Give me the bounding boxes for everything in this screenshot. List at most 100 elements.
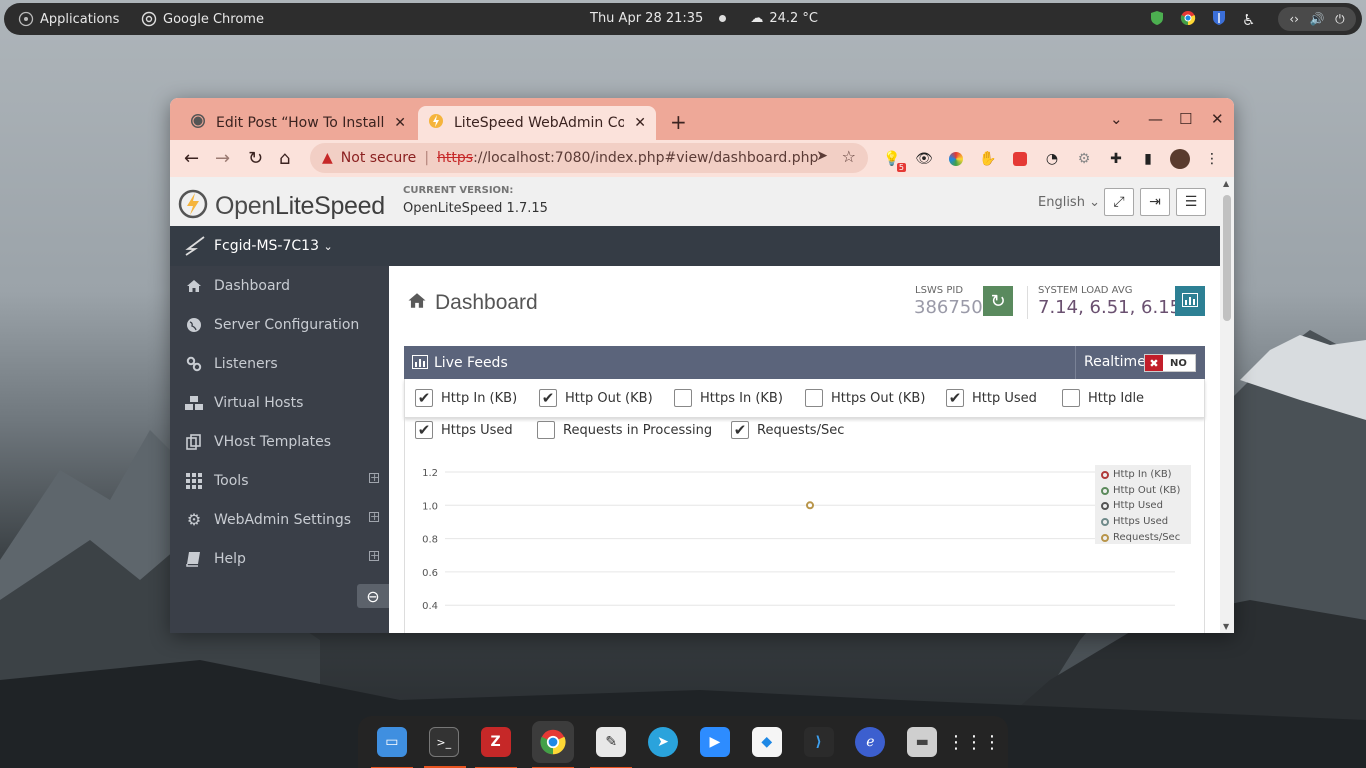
telegram-icon: ➤ [657, 734, 669, 750]
checkbox-https-in[interactable]: Https In (KB) [674, 389, 783, 407]
dock-chrome-app[interactable] [532, 727, 575, 768]
checkbox-https-out[interactable]: Https Out (KB) [805, 389, 925, 407]
send-tab-icon[interactable]: ➤ [816, 148, 828, 164]
maximize-button[interactable]: ☐ [1179, 110, 1192, 128]
stats-button[interactable] [1175, 286, 1205, 316]
activities-button[interactable]: Applications [18, 11, 119, 27]
sidebar-collapse-button[interactable]: ⊖ [357, 584, 389, 608]
clock[interactable]: Thu Apr 28 21:35 ☁ 24.2 °C [590, 11, 818, 26]
not-secure-label: Not secure [340, 150, 417, 166]
stat-divider [1027, 286, 1028, 319]
forward-button[interactable]: → [215, 148, 230, 169]
extension-eye-icon[interactable]: 👁 [914, 149, 934, 169]
book-icon [184, 551, 204, 567]
fullscreen-button[interactable]: ⤢ [1104, 188, 1134, 216]
home-button[interactable]: ⌂ [279, 148, 290, 169]
server-name-dropdown[interactable]: Fcgid-MS-7C13 ⌄ [214, 238, 333, 254]
restart-button[interactable]: ↻ [983, 286, 1013, 316]
sidebar-item-label: Dashboard [214, 277, 290, 294]
dock-drive-app[interactable]: ▬ [907, 727, 938, 757]
app-menu[interactable]: Google Chrome [141, 11, 264, 27]
sidebar-item-listeners[interactable]: Listeners [170, 344, 389, 383]
bitwarden-tray-icon[interactable] [1212, 10, 1226, 30]
extension-gear-icon[interactable]: ⚙ [1074, 149, 1094, 169]
dock-filezilla-app[interactable]: Z [474, 727, 517, 768]
side-panel-icon[interactable]: ▮ [1138, 149, 1158, 169]
checkbox-http-used[interactable]: ✔ Http Used [946, 389, 1037, 407]
live-feeds-chart: 1.21.00.80.60.40.2 [422, 468, 1175, 612]
expand-plus-icon[interactable]: + [369, 472, 379, 483]
language-dropdown[interactable]: English ⌄ [1038, 195, 1100, 210]
checkbox-box[interactable]: ✔ [415, 389, 433, 407]
scroll-down-arrow-icon[interactable]: ▼ [1223, 622, 1229, 631]
vscode-icon: ⟩ [815, 734, 822, 750]
chrome-tray-icon[interactable] [1180, 10, 1196, 30]
reload-button[interactable]: ↻ [248, 148, 263, 169]
checkbox-box[interactable]: ✔ [539, 389, 557, 407]
extension-speed-icon[interactable]: ◔ [1042, 149, 1062, 169]
tab-strip: Edit Post “How To Install O ✕ LiteSpeed … [170, 98, 1234, 140]
checkbox-box[interactable] [805, 389, 823, 407]
dock-network-app[interactable]: ◆ [751, 727, 782, 757]
scrollbar-thumb[interactable] [1223, 195, 1231, 321]
checkbox-box[interactable] [1062, 389, 1080, 407]
sidebar-item-server-configuration[interactable]: Server Configuration [170, 305, 389, 344]
warning-triangle-icon: ▲ [322, 150, 333, 166]
checkbox-http-idle[interactable]: Http Idle [1062, 389, 1144, 407]
checkbox-http-in[interactable]: ✔ Http In (KB) [415, 389, 517, 407]
zoom-camera-icon: ▶ [709, 734, 721, 750]
minimize-button[interactable]: — [1148, 110, 1163, 128]
text-editor-icon: ✎ [605, 734, 618, 750]
live-feeds-header: Live Feeds Realtime ✖ NO [404, 346, 1205, 379]
bookmark-star-icon[interactable]: ☆ [842, 147, 856, 166]
sidebar-item-help[interactable]: Help + [170, 539, 389, 578]
sidebar-item-tools[interactable]: Tools + [170, 461, 389, 500]
page-scrollbar[interactable]: ▲ ▼ [1220, 177, 1234, 633]
dock-telegram-app[interactable]: ➤ [648, 727, 679, 757]
tab-search-chevron-icon[interactable]: ⌄ [1110, 110, 1123, 128]
extension-color-picker-icon[interactable] [946, 149, 966, 169]
dock-text-editor-app[interactable]: ✎ [590, 727, 633, 768]
dock-emacs-app[interactable]: ℯ [855, 727, 886, 757]
dock-show-apps-button[interactable]: ⋮⋮⋮ [947, 727, 1001, 757]
menu-button[interactable]: ☰ [1176, 188, 1206, 216]
extension-lightbulb-icon[interactable]: 💡 5 [882, 149, 906, 172]
tab-close-icon[interactable]: ✕ [634, 115, 646, 131]
back-button[interactable]: ← [184, 148, 199, 169]
checkbox-box[interactable]: ✔ [946, 389, 964, 407]
tab-edit-post[interactable]: Edit Post “How To Install O ✕ [180, 106, 416, 140]
legend-item: Http Used [1101, 500, 1163, 511]
extensions-puzzle-icon[interactable]: ✚ [1106, 149, 1126, 169]
new-tab-button[interactable]: + [670, 110, 687, 134]
profile-avatar[interactable] [1170, 149, 1190, 169]
sidebar-item-virtual-hosts[interactable]: Virtual Hosts [170, 383, 389, 422]
expand-plus-icon[interactable]: + [369, 511, 379, 522]
system-menu[interactable]: ‹› 🔊 ⏻ [1278, 7, 1356, 31]
logo-text: OpenLiteSpeed [215, 192, 385, 221]
checkbox-box[interactable] [674, 389, 692, 407]
close-window-button[interactable]: ✕ [1211, 110, 1224, 128]
sidebar-item-dashboard[interactable]: Dashboard [170, 266, 389, 305]
address-bar[interactable]: ▲ Not secure | https ://localhost:7080/i… [310, 143, 868, 173]
realtime-toggle[interactable]: ✖ NO [1144, 354, 1196, 372]
chrome-menu-icon[interactable]: ⋮ [1202, 149, 1222, 169]
checkbox-label: Http Idle [1088, 390, 1145, 406]
logout-button[interactable]: ⇥ [1140, 188, 1170, 216]
tab-litespeed[interactable]: LiteSpeed WebAdmin Con ✕ [418, 106, 656, 140]
checkbox-http-out[interactable]: ✔ Http Out (KB) [539, 389, 653, 407]
dock-vscode-app[interactable]: ⟩ [803, 727, 834, 757]
extension-gnome-icon[interactable]: ✋ [978, 149, 998, 169]
dock-zoom-app[interactable]: ▶ [699, 727, 730, 757]
sidebar-item-webadmin-settings[interactable]: ⚙ WebAdmin Settings + [170, 500, 389, 539]
dock-terminal-app[interactable]: >_ [423, 727, 466, 768]
scroll-up-arrow-icon[interactable]: ▲ [1223, 179, 1229, 188]
extension-shield-icon[interactable] [1010, 149, 1030, 169]
expand-plus-icon[interactable]: + [369, 550, 379, 561]
chart-legend: Http In (KB) Http Out (KB) Http Used Htt… [1095, 465, 1191, 544]
ols-logo[interactable]: OpenLiteSpeed [178, 189, 385, 223]
sidebar-item-vhost-templates[interactable]: VHost Templates [170, 422, 389, 461]
dock-files-app[interactable]: ▭ [370, 727, 413, 768]
shield-tray-icon[interactable] [1150, 10, 1164, 30]
accessibility-icon[interactable]: ♿ [1242, 11, 1255, 29]
tab-close-icon[interactable]: ✕ [394, 115, 406, 131]
